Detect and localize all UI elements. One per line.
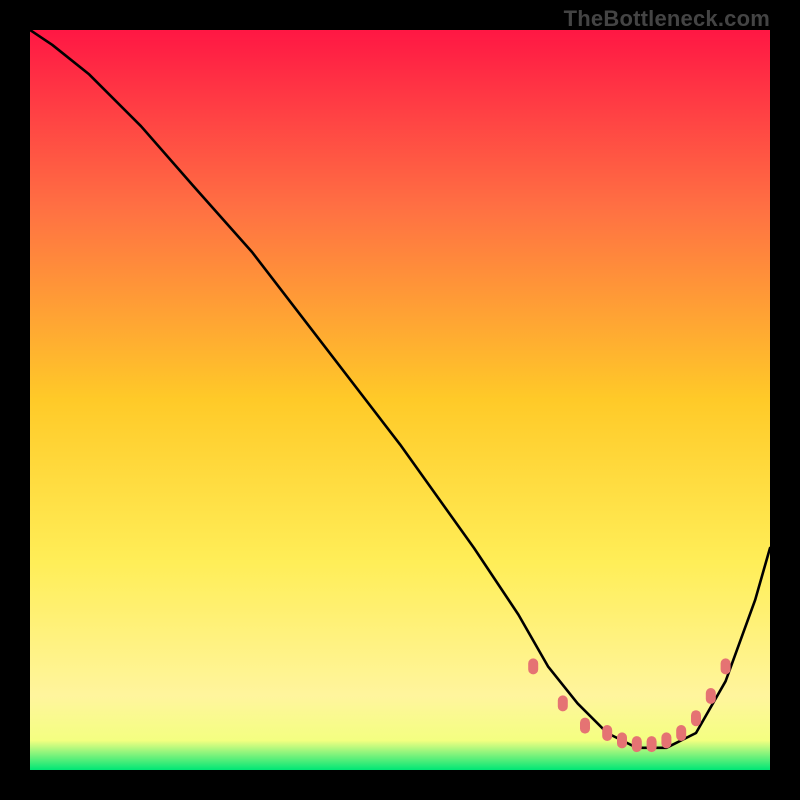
chart-container: TheBottleneck.com [0, 0, 800, 800]
marker-dot [632, 736, 642, 752]
watermark-text: TheBottleneck.com [564, 6, 770, 32]
marker-dot [706, 688, 716, 704]
marker-dot [617, 732, 627, 748]
marker-dot [602, 725, 612, 741]
marker-dot [676, 725, 686, 741]
plot-area [30, 30, 770, 770]
chart-svg [30, 30, 770, 770]
marker-dot [647, 736, 657, 752]
marker-dot [721, 658, 731, 674]
marker-dot [558, 695, 568, 711]
marker-dot [580, 718, 590, 734]
gradient-background [30, 30, 770, 770]
marker-dot [661, 732, 671, 748]
marker-dot [691, 710, 701, 726]
marker-dot [528, 658, 538, 674]
